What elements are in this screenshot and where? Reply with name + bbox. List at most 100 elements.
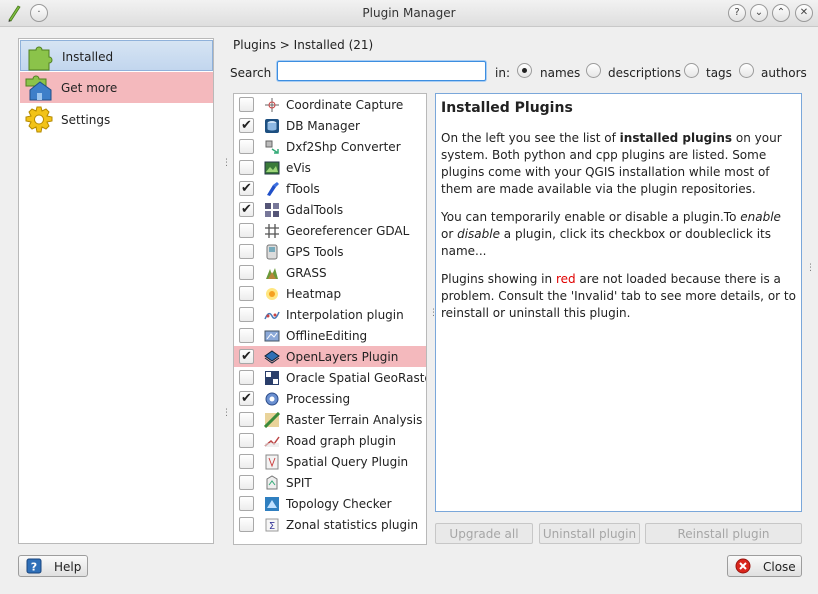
reinstall-plugin-button[interactable]: Reinstall plugin — [645, 523, 802, 544]
openlayers-icon — [264, 350, 280, 364]
radio-names-label[interactable]: names — [540, 66, 580, 80]
plugin-enable-checkbox[interactable] — [239, 433, 254, 448]
plugin-row[interactable]: Topology Checker — [234, 493, 426, 514]
plugin-enable-checkbox[interactable] — [239, 412, 254, 427]
category-list: Installed Get more Settings — [18, 38, 214, 544]
close-window-button[interactable]: ✕ — [795, 4, 813, 22]
radio-descriptions-label[interactable]: descriptions — [608, 66, 681, 80]
nav-item-label: Installed — [62, 50, 114, 64]
plugin-enable-checkbox[interactable] — [239, 328, 254, 343]
nav-item-settings[interactable]: Settings — [20, 104, 213, 135]
nav-item-get-more[interactable]: Get more — [20, 72, 213, 103]
plugin-enable-checkbox[interactable] — [239, 370, 254, 385]
close-button[interactable]: Close — [727, 555, 802, 577]
plugin-enable-checkbox[interactable] — [239, 496, 254, 511]
radio-names[interactable] — [517, 63, 532, 78]
close-icon — [735, 558, 751, 574]
plugin-name: Topology Checker — [286, 497, 392, 511]
plugin-enable-checkbox[interactable]: ✔ — [239, 391, 254, 406]
plugin-enable-checkbox[interactable] — [239, 307, 254, 322]
plugin-enable-checkbox[interactable] — [239, 223, 254, 238]
plugin-name: Dxf2Shp Converter — [286, 140, 401, 154]
help-icon: ? — [26, 558, 42, 574]
plugin-details-panel: Installed Plugins On the left you see th… — [435, 93, 802, 512]
plugin-enable-checkbox[interactable] — [239, 97, 254, 112]
radio-tags-label[interactable]: tags — [706, 66, 732, 80]
processing-gear-icon — [265, 392, 279, 406]
details-paragraph-2: You can temporarily enable or disable a … — [441, 210, 781, 258]
maximize-button[interactable]: ⌃ — [772, 4, 790, 22]
plugin-row[interactable]: Raster Terrain Analysis ... — [234, 409, 426, 430]
topology-icon — [265, 497, 279, 511]
plugin-enable-checkbox[interactable] — [239, 286, 254, 301]
plugin-enable-checkbox[interactable]: ✔ — [239, 181, 254, 196]
plugin-enable-checkbox[interactable] — [239, 265, 254, 280]
help-button-label: Help — [54, 560, 82, 574]
plugin-enable-checkbox[interactable] — [239, 244, 254, 259]
help-title-button[interactable]: ? — [728, 4, 746, 22]
grass-icon — [266, 268, 278, 279]
plugin-name: GRASS — [286, 266, 327, 280]
plugin-row[interactable]: Dxf2Shp Converter — [234, 136, 426, 157]
plugin-row[interactable]: SPIT — [234, 472, 426, 493]
minimize-button[interactable]: ⌄ — [750, 4, 768, 22]
plugin-row[interactable]: ✔ OpenLayers Plugin — [234, 346, 426, 367]
plugin-enable-checkbox[interactable]: ✔ — [239, 118, 254, 133]
uninstall-plugin-button[interactable]: Uninstall plugin — [539, 523, 640, 544]
plugin-enable-checkbox[interactable]: ✔ — [239, 202, 254, 217]
nav-item-label: Get more — [61, 81, 118, 95]
oracle-icon — [265, 371, 279, 385]
plugin-name: Oracle Spatial GeoRaster — [286, 371, 427, 385]
plugin-enable-checkbox[interactable] — [239, 454, 254, 469]
spit-icon — [266, 475, 278, 490]
plugin-row[interactable]: Interpolation plugin — [234, 304, 426, 325]
nav-item-installed[interactable]: Installed — [20, 40, 213, 71]
splitter-handle[interactable]: ⋮ — [222, 159, 231, 168]
plugin-name: Coordinate Capture — [286, 98, 404, 112]
gps-icon — [266, 244, 278, 260]
plugin-row[interactable]: ✔ fTools — [234, 178, 426, 199]
search-scope-label: in: — [495, 66, 510, 80]
plugin-enable-checkbox[interactable] — [239, 517, 254, 532]
plugin-row[interactable]: Road graph plugin — [234, 430, 426, 451]
radio-authors-label[interactable]: authors — [761, 66, 807, 80]
plugin-row[interactable]: Σ Zonal statistics plugin — [234, 514, 426, 535]
puzzle-icon — [28, 46, 53, 71]
plugin-enable-checkbox[interactable] — [239, 139, 254, 154]
plugin-list: Coordinate Capture ✔ DB Manager Dxf2Shp Con… — [233, 93, 427, 545]
plugin-row[interactable]: Georeferencer GDAL — [234, 220, 426, 241]
plugin-row[interactable]: GPS Tools — [234, 241, 426, 262]
plugin-enable-checkbox[interactable]: ✔ — [239, 349, 254, 364]
georeferencer-icon — [265, 224, 279, 238]
radio-descriptions[interactable] — [586, 63, 601, 78]
help-button[interactable]: ? Help — [18, 555, 88, 577]
heatmap-icon — [266, 288, 278, 300]
close-button-label: Close — [763, 560, 796, 574]
plugin-row[interactable]: ✔ Processing — [234, 388, 426, 409]
plugin-row[interactable]: OfflineEditing — [234, 325, 426, 346]
radio-authors[interactable] — [739, 63, 754, 78]
plugin-enable-checkbox[interactable] — [239, 160, 254, 175]
plugin-row[interactable]: eVis — [234, 157, 426, 178]
plugin-row[interactable]: ✔ DB Manager — [234, 115, 426, 136]
road-graph-icon — [264, 436, 280, 447]
splitter-handle[interactable]: ⋮ — [806, 264, 815, 273]
plugin-row[interactable]: Heatmap — [234, 283, 426, 304]
search-input[interactable] — [277, 61, 486, 81]
plugin-enable-checkbox[interactable] — [239, 475, 254, 490]
plugin-row[interactable]: Coordinate Capture — [234, 94, 426, 115]
plugin-row[interactable]: GRASS — [234, 262, 426, 283]
svg-text:?: ? — [31, 561, 37, 574]
upgrade-all-button[interactable]: Upgrade all — [435, 523, 533, 544]
radio-tags[interactable] — [684, 63, 699, 78]
plugin-name: Processing — [286, 392, 351, 406]
details-paragraph-1: On the left you see the list of installe… — [441, 131, 782, 196]
evis-icon — [264, 161, 280, 175]
plugin-name: fTools — [286, 182, 320, 196]
database-icon — [265, 119, 279, 133]
spatial-query-icon — [265, 454, 279, 470]
splitter-handle[interactable]: ⋮ — [222, 409, 231, 418]
plugin-row[interactable]: ✔ GdalTools — [234, 199, 426, 220]
plugin-row[interactable]: Spatial Query Plugin — [234, 451, 426, 472]
plugin-row[interactable]: Oracle Spatial GeoRaster — [234, 367, 426, 388]
